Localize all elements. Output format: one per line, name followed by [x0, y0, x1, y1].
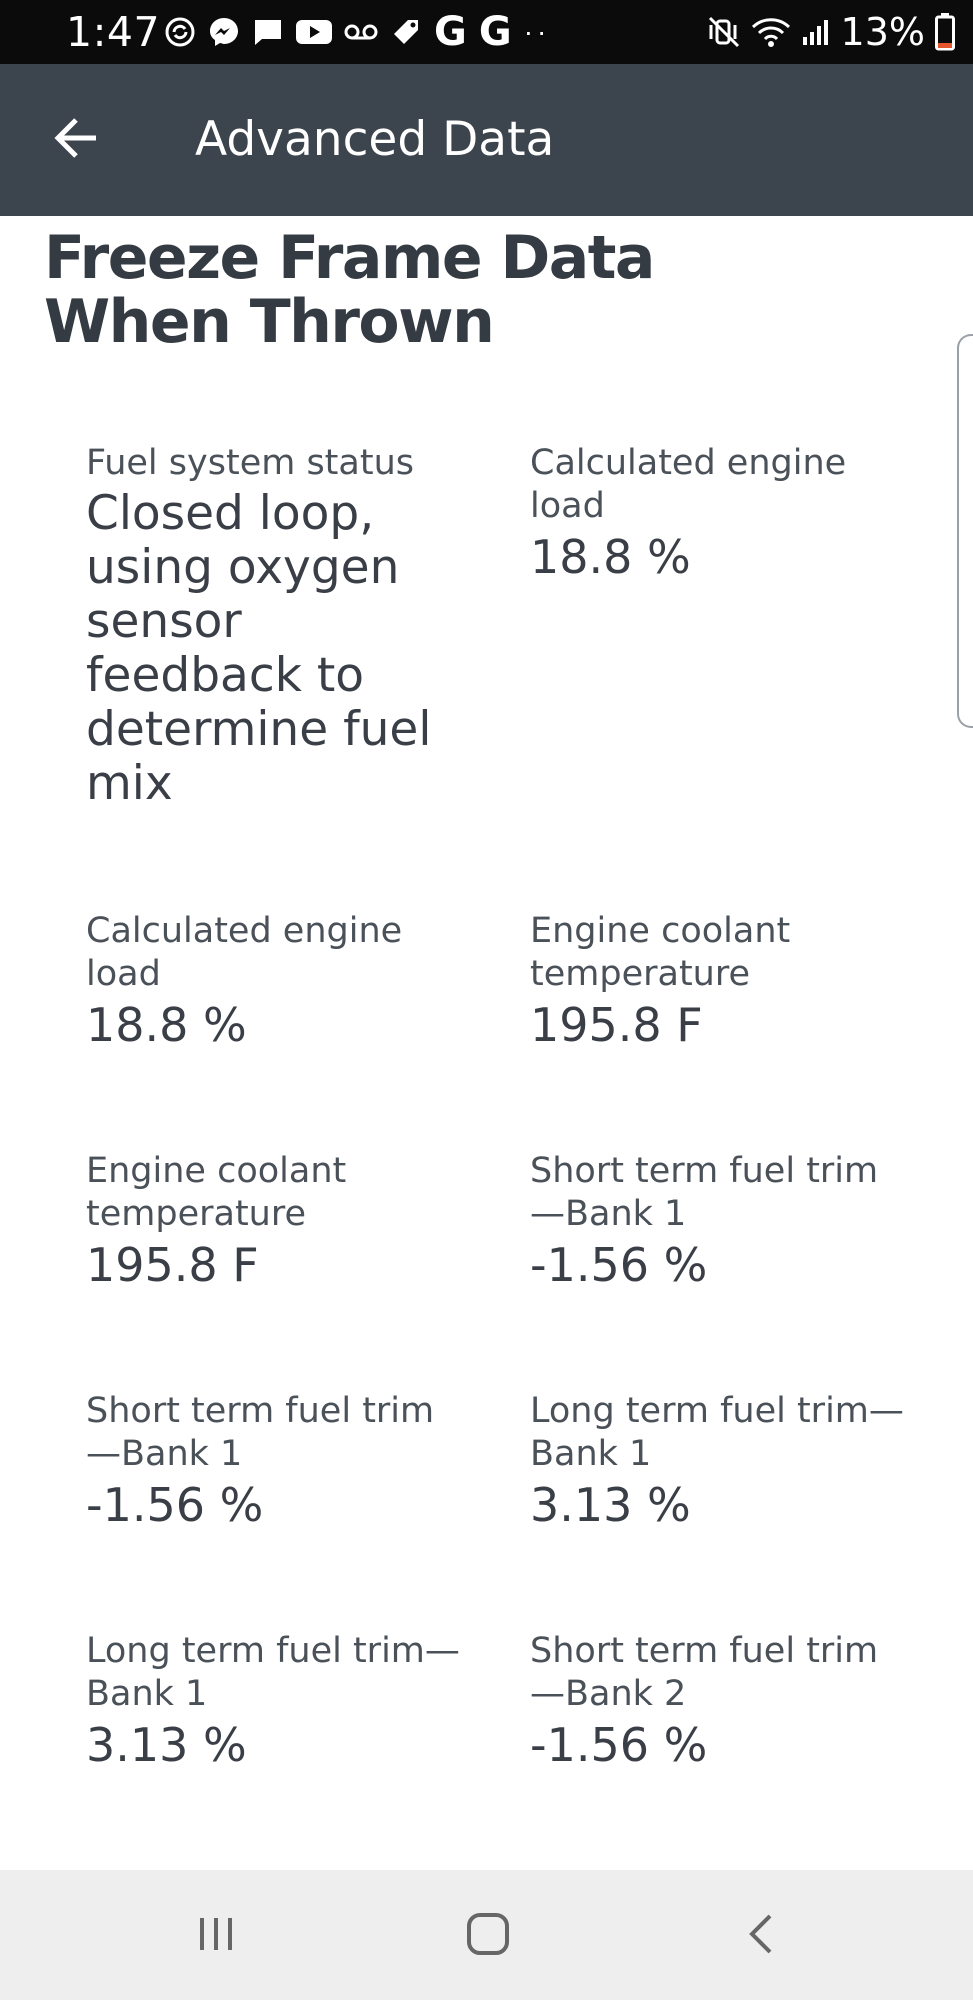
data-value: 18.8 %	[86, 998, 247, 1052]
wifi-icon	[751, 15, 791, 49]
battery-percent: 13%	[840, 10, 925, 54]
data-value: 18.8 %	[530, 530, 691, 584]
arrow-left-icon	[52, 116, 100, 165]
data-value: -1.56 %	[86, 1478, 264, 1532]
data-label: Short term fuel trim—Bank 2	[530, 1631, 879, 1714]
data-cell: Short term fuel trim—Bank 2 -1.56 %	[530, 1630, 910, 1772]
system-icons: 13%	[707, 8, 955, 56]
back-icon	[742, 1910, 782, 1963]
system-nav-bar	[0, 1870, 973, 2000]
data-value: 3.13 %	[530, 1478, 691, 1532]
data-cell: Short term fuel trim—Bank 1 -1.56 %	[530, 1150, 910, 1292]
data-label: Calculated engine load	[86, 911, 403, 994]
data-label: Long term fuel trim—Bank 1	[530, 1391, 904, 1474]
content-area[interactable]: Freeze Frame Data When Thrown Fuel syste…	[0, 216, 973, 1870]
nav-back-button[interactable]	[702, 1896, 822, 1976]
data-cell: Long term fuel trim—Bank 1 3.13 %	[86, 1630, 466, 1772]
messenger-icon	[208, 16, 240, 48]
home-button[interactable]	[428, 1896, 548, 1976]
page-title: Advanced Data	[195, 112, 555, 167]
data-cell: Engine coolant temperature 195.8 F	[530, 910, 910, 1052]
sync-icon	[164, 16, 196, 48]
data-cell: Calculated engine load 18.8 %	[86, 910, 466, 1052]
mute-icon	[707, 15, 741, 49]
data-cell: Short term fuel trim—Bank 1 -1.56 %	[86, 1390, 466, 1532]
battery-icon	[935, 13, 955, 51]
status-time: 1:47	[66, 8, 161, 56]
data-value: 195.8 F	[86, 1238, 259, 1292]
scroll-handle[interactable]	[957, 334, 973, 728]
data-label: Long term fuel trim—Bank 1	[86, 1631, 460, 1714]
data-value: -1.56 %	[530, 1718, 708, 1772]
data-cell: Calculated engine load 18.8 %	[530, 442, 910, 584]
recent-apps-icon	[194, 1912, 238, 1961]
recent-apps-button[interactable]	[156, 1896, 276, 1976]
back-button[interactable]	[36, 104, 116, 176]
data-label: Engine coolant temperature	[530, 911, 791, 994]
data-label: Fuel system status	[86, 443, 414, 483]
notification-icons: G G ··	[164, 12, 550, 52]
data-cell: Fuel system status Closed loop, using ox…	[86, 442, 466, 811]
data-cell: Engine coolant temperature 195.8 F	[86, 1150, 466, 1292]
google-icon: G	[478, 9, 512, 55]
youtube-icon	[296, 17, 332, 47]
data-value: Closed loop, using oxygen sensor feedbac…	[86, 486, 432, 811]
data-label: Calculated engine load	[530, 443, 847, 526]
more-notifications-indicator: ··	[523, 16, 551, 47]
data-label: Short term fuel trim—Bank 1	[530, 1151, 879, 1234]
home-icon	[464, 1910, 512, 1963]
data-value: -1.56 %	[530, 1238, 708, 1292]
data-label: Short term fuel trim—Bank 1	[86, 1391, 435, 1474]
data-cell: Long term fuel trim—Bank 1 3.13 %	[530, 1390, 910, 1532]
status-bar: 1:47 G G ·· 13%	[0, 0, 973, 64]
chat-icon	[252, 16, 284, 48]
data-value: 195.8 F	[530, 998, 703, 1052]
google-icon: G	[434, 9, 467, 55]
app-bar: Advanced Data	[0, 64, 973, 216]
section-title: Freeze Frame Data When Thrown	[44, 223, 655, 357]
tag-icon	[390, 16, 422, 48]
data-label: Engine coolant temperature	[86, 1151, 347, 1234]
voicemail-icon	[344, 21, 378, 43]
data-value: 3.13 %	[86, 1718, 247, 1772]
signal-icon	[801, 17, 831, 47]
